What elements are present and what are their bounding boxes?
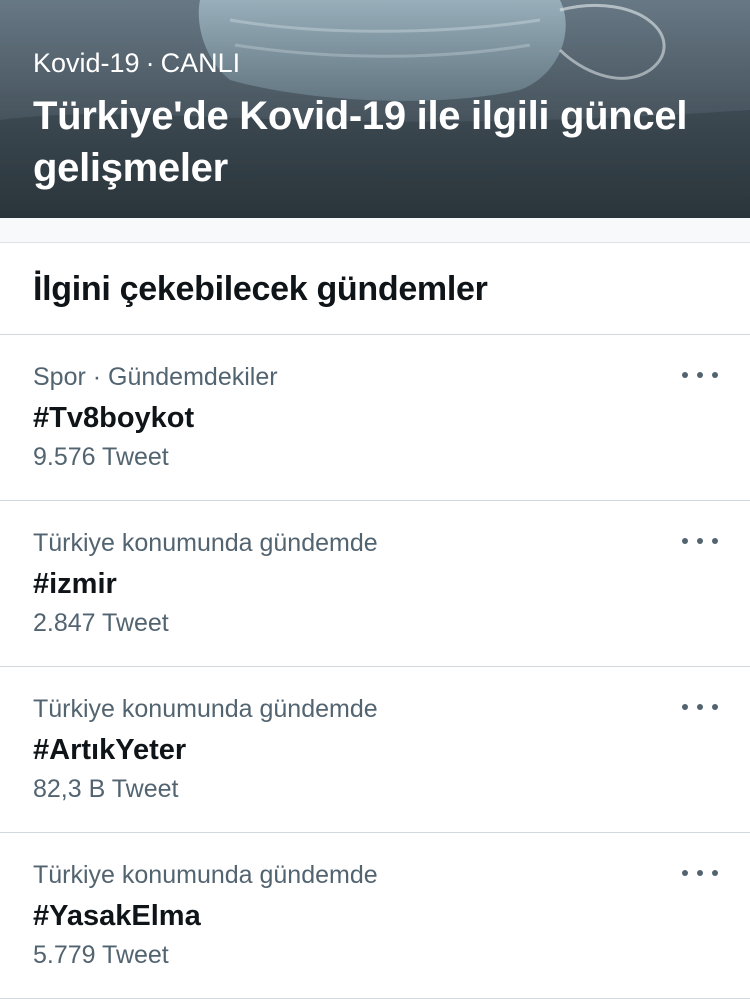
- trend-name[interactable]: #Tv8boykot: [33, 399, 194, 437]
- more-options-button[interactable]: [682, 697, 718, 717]
- trend-item[interactable]: Spor · Gündemdekiler #Tv8boykot 9.576 Tw…: [0, 335, 750, 501]
- hero-banner[interactable]: Kovid-19 · CANLI Türkiye'de Kovid-19 ile i…: [0, 0, 750, 218]
- trend-context: Türkiye konumunda gündemde: [33, 861, 378, 889]
- trend-tweet-count: 2.847 Tweet: [33, 609, 169, 637]
- more-horizontal-icon: [697, 538, 703, 544]
- section-separator: [0, 218, 750, 243]
- more-horizontal-icon: [712, 372, 718, 378]
- more-options-button[interactable]: [682, 531, 718, 551]
- hero-meta: Kovid-19 · CANLI: [33, 46, 240, 80]
- more-horizontal-icon: [682, 704, 688, 710]
- trend-item[interactable]: Türkiye konumunda gündemde #YasakElma 5.…: [0, 833, 750, 999]
- more-horizontal-icon: [697, 870, 703, 876]
- hero-topic: Kovid-19: [33, 48, 140, 78]
- section-title: İlgini çekebilecek gündemler: [33, 270, 488, 308]
- more-options-button[interactable]: [682, 365, 718, 385]
- trend-tweet-count: 82,3 B Tweet: [33, 775, 179, 803]
- live-status: CANLI: [160, 48, 241, 78]
- trend-context: Türkiye konumunda gündemde: [33, 529, 378, 557]
- more-options-button[interactable]: [682, 863, 718, 883]
- more-horizontal-icon: [712, 704, 718, 710]
- more-horizontal-icon: [712, 538, 718, 544]
- trend-context: Türkiye konumunda gündemde: [33, 695, 378, 723]
- more-horizontal-icon: [697, 704, 703, 710]
- more-horizontal-icon: [682, 870, 688, 876]
- trend-name[interactable]: #ArtıkYeter: [33, 731, 186, 769]
- trend-name[interactable]: #izmir: [33, 565, 117, 603]
- trend-tweet-count: 9.576 Tweet: [33, 443, 169, 471]
- trend-name[interactable]: #YasakElma: [33, 897, 201, 935]
- more-horizontal-icon: [712, 870, 718, 876]
- more-horizontal-icon: [682, 538, 688, 544]
- hero-title[interactable]: Türkiye'de Kovid-19 ile ilgili güncel ge…: [33, 90, 723, 194]
- trend-item[interactable]: Türkiye konumunda gündemde #ArtıkYeter 8…: [0, 667, 750, 833]
- trend-tweet-count: 5.779 Tweet: [33, 941, 169, 969]
- more-horizontal-icon: [682, 372, 688, 378]
- more-horizontal-icon: [697, 372, 703, 378]
- hero-separator: ·: [145, 48, 155, 78]
- trends-list: Spor · Gündemdekiler #Tv8boykot 9.576 Tw…: [0, 335, 750, 999]
- trend-context: Spor · Gündemdekiler: [33, 363, 278, 391]
- trend-item[interactable]: Türkiye konumunda gündemde #izmir 2.847 …: [0, 501, 750, 667]
